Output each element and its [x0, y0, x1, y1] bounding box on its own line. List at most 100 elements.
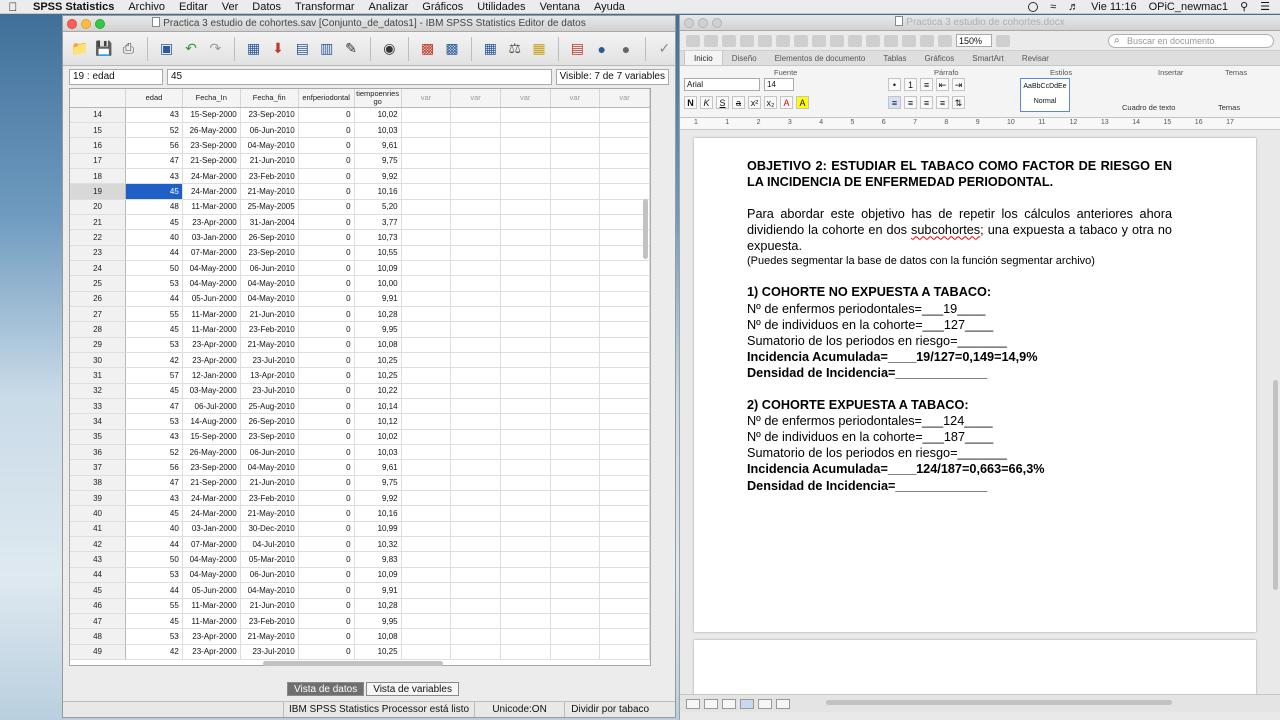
data-cell[interactable]: 04-May-2000 — [182, 275, 241, 292]
table-row[interactable]: 24 50 04-May-2000 06-Jun-2010 0 10,09 — [70, 260, 650, 277]
data-cell[interactable]: 10,02 — [354, 429, 402, 446]
data-cell[interactable]: 45 — [125, 321, 183, 338]
data-cell[interactable] — [550, 567, 601, 584]
column-header[interactable]: tiempoenries go — [354, 89, 402, 108]
data-cell[interactable]: 0 — [298, 321, 355, 338]
data-cell[interactable]: 12-Jan-2000 — [182, 367, 241, 384]
data-cell[interactable] — [550, 383, 601, 400]
data-cell[interactable] — [599, 505, 650, 522]
data-cell[interactable] — [550, 199, 601, 215]
row-number[interactable]: 20 — [70, 199, 127, 215]
data-cell[interactable]: 0 — [298, 306, 355, 323]
data-cell[interactable]: 0 — [298, 413, 355, 430]
table-row[interactable]: 40 45 24-Mar-2000 21-May-2010 0 10,16 — [70, 505, 650, 522]
horizontal-scrollbar[interactable] — [263, 661, 443, 666]
data-cell[interactable]: 0 — [298, 337, 355, 354]
column-header[interactable]: var — [599, 89, 650, 108]
sidebar-icon[interactable] — [902, 34, 916, 47]
data-cell[interactable]: 0 — [298, 168, 355, 185]
menu-transformar[interactable]: Transformar — [288, 1, 362, 13]
subscript-button[interactable]: x₂ — [764, 96, 777, 109]
data-cell[interactable]: 21-Jun-2010 — [240, 598, 299, 614]
help-icon[interactable] — [996, 34, 1010, 47]
data-cell[interactable] — [599, 628, 650, 645]
column-header[interactable]: var — [500, 89, 551, 108]
data-cell[interactable]: 43 — [125, 168, 183, 185]
data-cell[interactable] — [450, 505, 501, 522]
data-cell[interactable]: 42 — [125, 352, 183, 369]
split-file-icon[interactable]: ▦ — [480, 38, 501, 60]
data-cell[interactable] — [500, 183, 551, 200]
data-cell[interactable] — [599, 475, 650, 492]
data-cell[interactable] — [550, 628, 601, 645]
data-cell[interactable] — [450, 291, 501, 307]
data-cell[interactable] — [550, 321, 601, 338]
zoom-button[interactable] — [95, 19, 105, 29]
table-row[interactable]: 26 44 05-Jun-2000 04-May-2010 0 9,91 — [70, 291, 650, 307]
data-cell[interactable]: 0 — [298, 536, 355, 553]
data-cell[interactable]: 0 — [298, 275, 355, 292]
data-cell[interactable]: 04-May-2000 — [182, 551, 241, 568]
data-cell[interactable] — [401, 122, 452, 139]
data-cell[interactable] — [500, 429, 551, 446]
data-cell[interactable] — [401, 214, 452, 231]
data-cell[interactable]: 04-May-2000 — [182, 260, 241, 277]
data-cell[interactable] — [500, 613, 551, 630]
data-cell[interactable] — [401, 352, 452, 369]
data-cell[interactable]: 10,28 — [354, 306, 402, 323]
row-number[interactable]: 18 — [70, 168, 127, 185]
table-row[interactable]: 39 43 24-Mar-2000 23-Feb-2010 0 9,92 — [70, 490, 650, 507]
corner-cell[interactable] — [70, 89, 127, 108]
data-cell[interactable]: 10,99 — [354, 521, 402, 538]
highlight-icon[interactable]: A — [796, 96, 809, 109]
data-cell[interactable] — [450, 383, 501, 400]
data-cell[interactable]: 40 — [125, 229, 183, 246]
undo-icon[interactable]: ↶ — [180, 38, 201, 60]
data-cell[interactable] — [550, 613, 601, 630]
data-cell[interactable] — [550, 444, 601, 461]
data-cell[interactable] — [401, 291, 452, 307]
data-cell[interactable]: 03-Jan-2000 — [182, 521, 241, 538]
row-number[interactable]: 19 — [70, 183, 127, 200]
data-cell[interactable] — [401, 153, 452, 169]
data-cell[interactable]: 0 — [298, 644, 355, 660]
menu-archivo[interactable]: Archivo — [121, 1, 172, 13]
data-cell[interactable] — [550, 275, 601, 292]
data-cell[interactable] — [500, 551, 551, 568]
row-number[interactable]: 28 — [70, 321, 127, 338]
data-cell[interactable] — [401, 413, 452, 430]
data-cell[interactable]: 04-May-2000 — [182, 567, 241, 584]
data-cell[interactable] — [500, 214, 551, 231]
data-cell[interactable]: 10,14 — [354, 398, 402, 415]
data-cell[interactable] — [401, 275, 452, 292]
data-cell[interactable] — [450, 306, 501, 323]
data-cell[interactable] — [401, 551, 452, 568]
data-cell[interactable] — [450, 321, 501, 338]
data-cell[interactable]: 04-May-2010 — [240, 459, 299, 476]
table-row[interactable]: 48 53 23-Apr-2000 21-May-2010 0 10,08 — [70, 628, 650, 645]
data-cell[interactable]: 23-Apr-2000 — [182, 214, 241, 231]
run-descriptives-icon[interactable]: ▥ — [316, 38, 337, 60]
data-cell[interactable]: 31-Jan-2004 — [240, 214, 299, 231]
data-cell[interactable]: 45 — [125, 505, 183, 522]
data-cell[interactable]: 48 — [125, 199, 183, 215]
data-cell[interactable] — [500, 475, 551, 492]
data-cell[interactable]: 05-Mar-2010 — [240, 551, 299, 568]
themes-button[interactable]: Temas — [1218, 103, 1240, 112]
table-row[interactable]: 31 57 12-Jan-2000 13-Apr-2010 0 10,25 — [70, 367, 650, 384]
data-cell[interactable] — [550, 137, 601, 154]
data-cell[interactable] — [500, 521, 551, 538]
data-cell[interactable] — [500, 582, 551, 599]
table-row[interactable]: 16 56 23-Sep-2000 04-May-2010 0 9,61 — [70, 137, 650, 154]
data-cell[interactable]: 50 — [125, 551, 183, 568]
data-cell[interactable] — [401, 536, 452, 553]
data-cell[interactable]: 06-Jun-2010 — [240, 444, 299, 461]
data-cell[interactable] — [401, 367, 452, 384]
data-cell[interactable] — [500, 367, 551, 384]
data-cell[interactable] — [450, 214, 501, 231]
data-cell[interactable] — [599, 352, 650, 369]
data-cell[interactable] — [500, 505, 551, 522]
row-number[interactable]: 25 — [70, 275, 127, 292]
data-cell[interactable] — [550, 413, 601, 430]
data-cell[interactable] — [450, 229, 501, 246]
